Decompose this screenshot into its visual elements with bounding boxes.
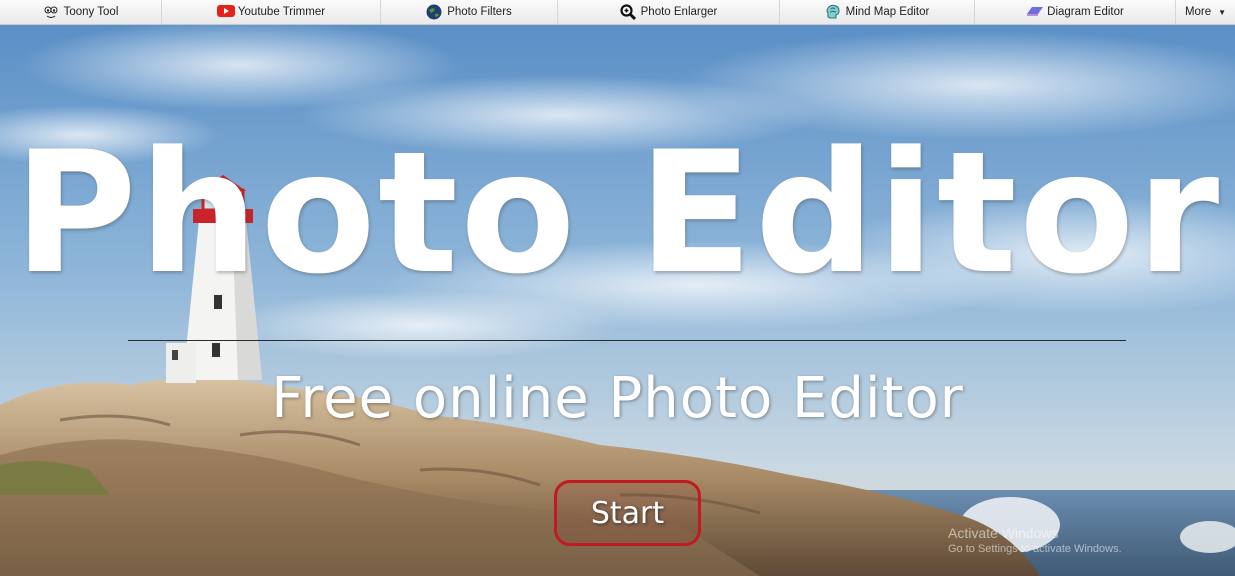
title-divider [128, 340, 1126, 341]
nav-item-label: Diagram Editor [1047, 6, 1124, 18]
watermark-line-2: Go to Settings to activate Windows. [948, 543, 1122, 555]
watermark-line-1: Activate Windows [948, 525, 1059, 541]
nav-item-label: Toony Tool [63, 6, 119, 18]
chevron-down-icon: ▼ [1218, 7, 1227, 17]
start-button[interactable]: Start [554, 480, 701, 546]
nav-item-mind-map-editor[interactable]: Mind Map Editor [780, 0, 975, 24]
nav-item-label: Photo Filters [447, 6, 512, 18]
nav-item-youtube-trimmer[interactable]: Youtube Trimmer [162, 0, 381, 24]
page-subtitle: Free online Photo Editor [271, 366, 964, 431]
toony-face-icon [43, 4, 59, 20]
eraser-icon [1026, 4, 1044, 20]
nav-item-photo-filters[interactable]: Photo Filters [381, 0, 558, 24]
globe-icon [426, 4, 442, 20]
page-title: Photo Editor [13, 115, 1222, 311]
nav-item-label: Youtube Trimmer [237, 6, 326, 18]
top-nav: Toony Tool Youtube Trimmer Photo Filters… [0, 0, 1235, 25]
nav-item-diagram-editor[interactable]: Diagram Editor [975, 0, 1176, 24]
nav-item-label: Mind Map Editor [845, 6, 930, 18]
nav-item-toony-tool[interactable]: Toony Tool [0, 0, 162, 24]
magnifier-icon [620, 4, 636, 21]
brain-icon [825, 4, 841, 20]
windows-activation-watermark: Activate Windows Go to Settings to activ… [948, 525, 1122, 557]
more-menu[interactable]: More ▼ [1176, 0, 1235, 24]
youtube-icon [216, 4, 235, 20]
more-menu-label: More [1184, 6, 1212, 18]
hero-section: Photo Editor Free online Photo Editor St… [0, 25, 1235, 576]
nav-item-photo-enlarger[interactable]: Photo Enlarger [558, 0, 780, 24]
nav-item-label: Photo Enlarger [640, 6, 718, 18]
